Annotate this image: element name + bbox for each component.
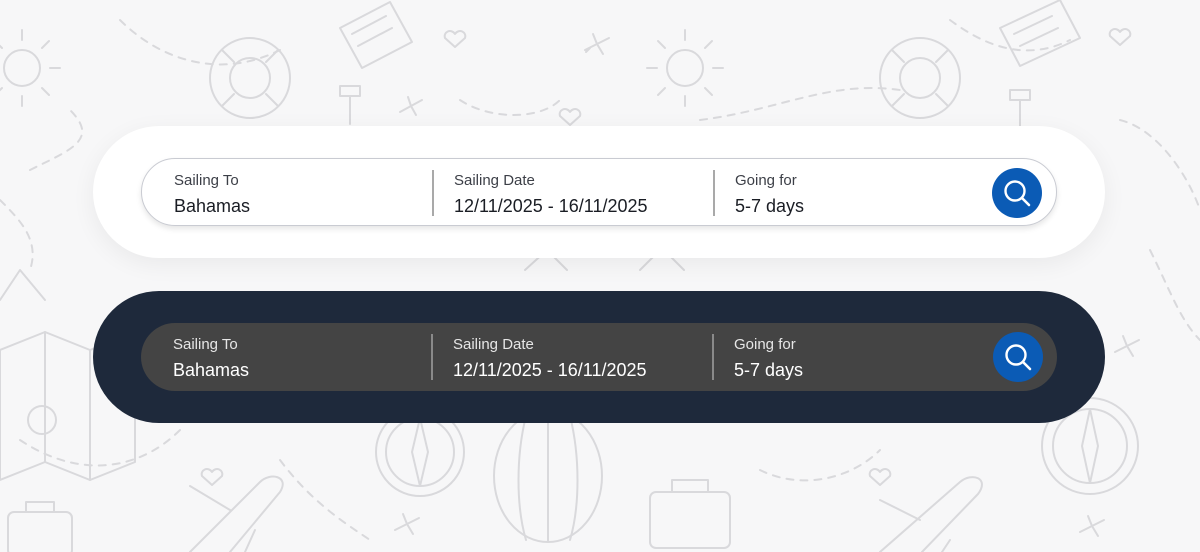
- signpost-icon: [1009, 89, 1031, 129]
- signpost-icon: [339, 85, 361, 125]
- search-icon: [1004, 180, 1031, 207]
- field-value: 5-7 days: [734, 360, 804, 380]
- sun-icon: [0, 29, 61, 107]
- field-value: Bahamas: [173, 360, 250, 380]
- search-widget-light: Sailing To Bahamas Sailing Date 12/11/20…: [93, 126, 1105, 258]
- field-value: Bahamas: [174, 196, 251, 216]
- field-value: 5-7 days: [735, 196, 805, 216]
- plane-icon: [1114, 335, 1140, 357]
- divider: [713, 170, 715, 216]
- field-label: Sailing Date: [454, 172, 535, 189]
- search-bar: Sailing To Bahamas Sailing Date 12/11/20…: [141, 323, 1057, 391]
- ticket-icon: [339, 1, 413, 69]
- field-label: Sailing To: [174, 172, 239, 189]
- divider: [712, 334, 714, 380]
- ticket-icon: [999, 0, 1081, 67]
- heart-icon: [1108, 28, 1132, 46]
- search-button[interactable]: [992, 168, 1042, 218]
- going-for-field[interactable]: Going for 5-7 days: [713, 159, 973, 227]
- field-label: Going for: [735, 172, 797, 189]
- plane-icon: [1079, 515, 1105, 537]
- search-widget-dark: Sailing To Bahamas Sailing Date 12/11/20…: [93, 291, 1105, 423]
- hot-air-balloon-icon: [493, 409, 603, 543]
- field-value: 12/11/2025 - 16/11/2025: [454, 196, 648, 216]
- heart-icon: [868, 468, 892, 486]
- divider: [432, 170, 434, 216]
- life-ring-icon: [879, 37, 961, 119]
- plane-icon: [189, 475, 284, 552]
- sailing-to-field[interactable]: Sailing To Bahamas: [141, 323, 431, 391]
- search-icon: [1005, 344, 1032, 371]
- search-bar: Sailing To Bahamas Sailing Date 12/11/20…: [141, 158, 1057, 226]
- plane-icon: [584, 33, 610, 55]
- heart-icon: [200, 468, 224, 486]
- field-label: Sailing To: [173, 336, 238, 353]
- mountain-icon: [0, 269, 46, 301]
- plane-icon: [879, 476, 983, 552]
- suitcase-icon: [7, 501, 73, 552]
- sailing-date-field[interactable]: Sailing Date 12/11/2025 - 16/11/2025: [431, 323, 712, 391]
- suitcase-icon: [649, 479, 731, 549]
- field-label: Going for: [734, 336, 796, 353]
- travel-doodle-background: [0, 0, 1200, 552]
- field-label: Sailing Date: [453, 336, 534, 353]
- divider: [431, 334, 433, 380]
- plane-icon: [394, 513, 420, 535]
- sun-icon: [646, 29, 724, 107]
- heart-icon: [443, 30, 467, 48]
- sailing-date-field[interactable]: Sailing Date 12/11/2025 - 16/11/2025: [432, 159, 713, 227]
- going-for-field[interactable]: Going for 5-7 days: [712, 323, 972, 391]
- search-button[interactable]: [993, 332, 1043, 382]
- sailing-to-field[interactable]: Sailing To Bahamas: [142, 159, 432, 227]
- heart-icon: [558, 108, 582, 126]
- field-value: 12/11/2025 - 16/11/2025: [453, 360, 647, 380]
- plane-icon: [399, 96, 423, 116]
